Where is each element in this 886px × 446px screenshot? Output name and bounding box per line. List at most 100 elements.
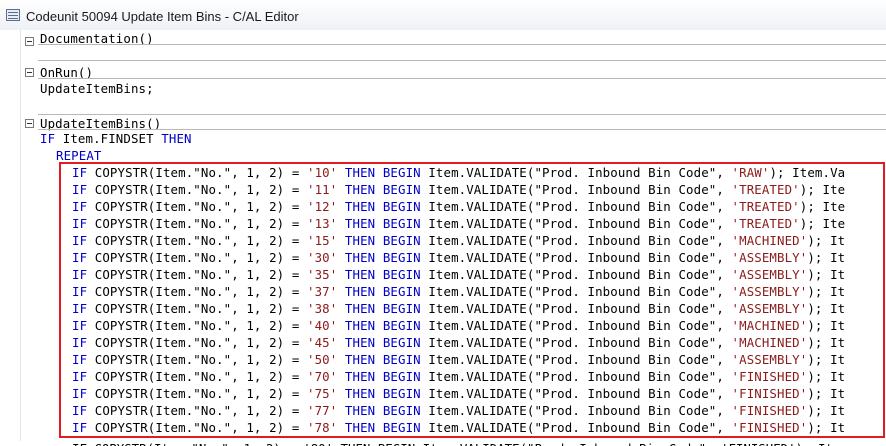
- code-line[interactable]: IF COPYSTR(Item."No.", 1, 2) = '40' THEN…: [72, 317, 845, 334]
- editor-gutter: [0, 30, 21, 441]
- code-line[interactable]: IF COPYSTR(Item."No.", 1, 2) = '11' THEN…: [72, 181, 845, 198]
- code-line[interactable]: IF COPYSTR(Item."No.", 1, 2) = '35' THEN…: [72, 266, 845, 283]
- keyword: IF: [72, 233, 88, 248]
- code-line[interactable]: IF COPYSTR(Item."No.", 1, 2) = '13' THEN…: [72, 215, 845, 232]
- code-text: COPYSTR(Item."No.", 1, 2) =: [87, 352, 307, 367]
- keyword: THEN: [344, 182, 376, 197]
- code-line[interactable]: IF COPYSTR(Item."No.", 1, 2) = '12' THEN…: [72, 198, 845, 215]
- code-text: ); It: [807, 267, 846, 282]
- string-literal: 'FINISHED': [731, 369, 808, 384]
- code-text: COPYSTR(Item."No.", 1, 2) =: [87, 318, 307, 333]
- code-text: Item.VALIDATE("Prod. Inbound Bin Code",: [420, 386, 732, 401]
- code-text: ); It: [807, 284, 846, 299]
- code-line-findset[interactable]: IF Item.FINDSET THEN: [40, 130, 192, 147]
- keyword: THEN: [344, 267, 376, 282]
- code-text: ); Item.Va: [769, 165, 846, 180]
- keyword: BEGIN: [382, 233, 421, 248]
- keyword: BEGIN: [382, 250, 421, 265]
- keyword: THEN: [344, 216, 376, 231]
- string-literal: '78': [307, 420, 338, 435]
- collapse-toggle-icon[interactable]: [25, 68, 34, 77]
- code-line[interactable]: IF COPYSTR(Item."No.", 1, 2) = '30' THEN…: [72, 249, 845, 266]
- code-line[interactable]: IF COPYSTR(Item."No.", 1, 2) = '38' THEN…: [72, 300, 845, 317]
- code-text: COPYSTR(Item."No.", 1, 2) =: [87, 284, 307, 299]
- keyword: THEN: [344, 284, 376, 299]
- code-line[interactable]: IF COPYSTR(Item."No.", 1, 2) = '15' THEN…: [72, 232, 845, 249]
- code-text: COPYSTR(Item."No.", 1, 2) =: [87, 335, 307, 350]
- keyword: THEN: [344, 250, 376, 265]
- string-literal: 'ASSEMBLY': [731, 267, 808, 282]
- document-icon: [6, 9, 20, 21]
- keyword: BEGIN: [382, 335, 421, 350]
- code-text: Item.VALIDATE("Prod. Inbound Bin Code",: [420, 352, 732, 367]
- keyword: BEGIN: [382, 165, 421, 180]
- string-literal: 'MACHINED': [731, 233, 808, 248]
- code-line[interactable]: IF COPYSTR(Item."No.", 1, 2) = '70' THEN…: [72, 368, 845, 385]
- window-title: Codeunit 50094 Update Item Bins - C/AL E…: [26, 9, 299, 24]
- code-text: Item.VALIDATE("Prod. Inbound Bin Code",: [420, 165, 732, 180]
- keyword: THEN: [161, 131, 192, 146]
- keyword: IF: [72, 301, 88, 316]
- code-text: ); It: [807, 386, 846, 401]
- code-line[interactable]: IF COPYSTR(Item."No.", 1, 2) = '45' THEN…: [72, 334, 845, 351]
- code-text: ); It: [807, 250, 846, 265]
- code-text: Item.VALIDATE("Prod. Inbound Bin Code",: [420, 369, 732, 384]
- code-line[interactable]: UpdateItemBins;: [40, 80, 154, 97]
- code-line[interactable]: IF COPYSTR(Item."No.", 1, 2) = '50' THEN…: [72, 351, 845, 368]
- code-line[interactable]: IF COPYSTR(Item."No.", 1, 2) = '37' THEN…: [72, 283, 845, 300]
- keyword: IF: [72, 352, 88, 367]
- keyword: BEGIN: [382, 182, 421, 197]
- string-literal: 'MACHINED': [731, 335, 808, 350]
- code-text: COPYSTR(Item."No.", 1, 2) =: [87, 165, 307, 180]
- keyword: BEGIN: [382, 267, 421, 282]
- collapse-toggle-icon[interactable]: [25, 37, 34, 46]
- keyword: BEGIN: [382, 301, 421, 316]
- code-text: COPYSTR(Item."No.", 1, 2) =: [87, 216, 307, 231]
- code-line[interactable]: IF COPYSTR(Item."No.", 1, 2) = '77' THEN…: [72, 402, 845, 419]
- code-text: ); It: [807, 420, 846, 435]
- code-text: COPYSTR(Item."No.", 1, 2) =: [87, 420, 307, 435]
- code-text: ); Ite: [799, 216, 846, 231]
- keyword: BEGIN: [382, 284, 421, 299]
- code-text: Item.VALIDATE("Prod. Inbound Bin Code",: [420, 318, 732, 333]
- code-editor[interactable]: Documentation() OnRun() UpdateItemBins; …: [0, 30, 886, 446]
- code-text: Item.VALIDATE("Prod. Inbound Bin Code",: [420, 403, 732, 418]
- keyword: IF: [72, 318, 88, 333]
- keyword: THEN: [344, 233, 376, 248]
- keyword: IF: [40, 131, 56, 146]
- code-text: ); It: [807, 403, 846, 418]
- code-line[interactable]: IF COPYSTR(Item."No.", 1, 2) = '10' THEN…: [72, 164, 845, 181]
- collapse-toggle-icon[interactable]: [25, 119, 34, 128]
- keyword: BEGIN: [382, 420, 421, 435]
- string-literal: '77': [307, 403, 338, 418]
- keyword: IF: [72, 335, 88, 350]
- code-line[interactable]: IF COPYSTR(Item."No.", 1, 2) = '78' THEN…: [72, 419, 845, 436]
- code-line-repeat[interactable]: REPEAT: [56, 147, 101, 164]
- code-text: COPYSTR(Item."No.", 1, 2) =: [87, 250, 307, 265]
- code-text: Item.VALIDATE("Prod. Inbound Bin Code",: [420, 301, 732, 316]
- code-line[interactable]: IF COPYSTR(Item."No.", 1, 2) = '75' THEN…: [72, 385, 845, 402]
- code-text: COPYSTR(Item."No.", 1, 2) =: [87, 233, 307, 248]
- keyword: IF: [72, 386, 88, 401]
- trigger-separator: [38, 114, 886, 115]
- string-literal: '11': [307, 182, 338, 197]
- string-literal: '30': [307, 250, 338, 265]
- string-literal: '75': [307, 386, 338, 401]
- code-text: ); It: [807, 301, 846, 316]
- string-literal: 'ASSEMBLY': [731, 352, 808, 367]
- keyword: THEN: [344, 301, 376, 316]
- keyword: IF: [72, 267, 88, 282]
